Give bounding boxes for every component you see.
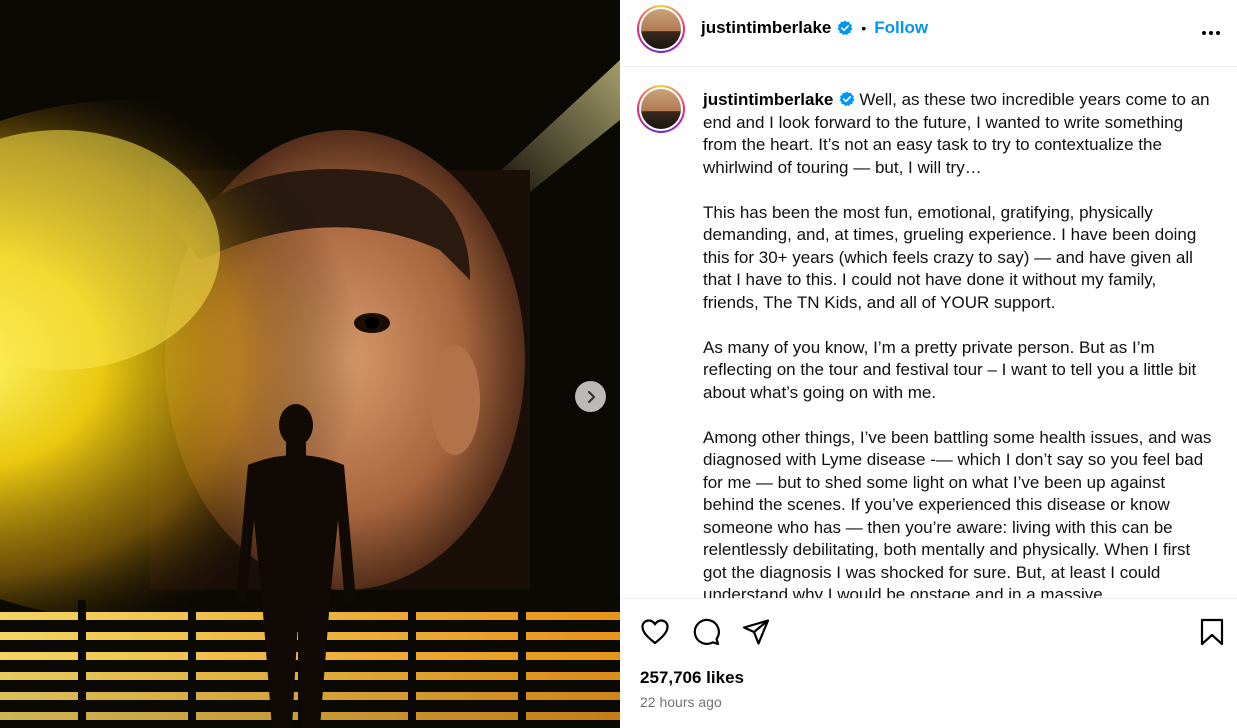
verified-badge-icon bbox=[837, 20, 853, 36]
chevron-right-icon bbox=[587, 390, 595, 403]
post-caption: justintimberlake Well, as these two incr… bbox=[703, 89, 1213, 598]
heart-icon[interactable] bbox=[640, 617, 670, 647]
concert-photo bbox=[0, 0, 620, 728]
send-icon[interactable] bbox=[741, 617, 771, 647]
header-username[interactable]: justintimberlake bbox=[701, 18, 831, 38]
caption-avatar[interactable] bbox=[637, 85, 685, 133]
caption-area: justintimberlake Well, as these two incr… bbox=[620, 68, 1237, 598]
separator-dot: • bbox=[861, 20, 867, 36]
caption-paragraph: Among other things, I’ve been battling s… bbox=[703, 427, 1212, 599]
follow-button[interactable]: Follow bbox=[874, 18, 928, 38]
header-avatar[interactable] bbox=[637, 5, 685, 53]
caption-paragraph: This has been the most fun, emotional, g… bbox=[703, 202, 1197, 312]
post-side-panel: justintimberlake • Follow justintimberla… bbox=[620, 0, 1237, 728]
more-options-icon[interactable] bbox=[1199, 21, 1223, 45]
caption-paragraph: As many of you know, I’m a pretty privat… bbox=[703, 337, 1197, 402]
post-actions: 257,706 likes 22 hours ago bbox=[620, 598, 1237, 728]
bookmark-icon[interactable] bbox=[1197, 617, 1227, 647]
next-image-button[interactable] bbox=[575, 381, 606, 412]
comment-icon[interactable] bbox=[691, 617, 721, 647]
verified-badge-icon bbox=[839, 91, 855, 107]
avatar-image bbox=[641, 9, 681, 49]
post-header: justintimberlake • Follow bbox=[620, 0, 1237, 67]
caption-username[interactable]: justintimberlake bbox=[703, 90, 833, 109]
post-media[interactable] bbox=[0, 0, 620, 728]
post-timestamp[interactable]: 22 hours ago bbox=[640, 694, 722, 710]
likes-count[interactable]: 257,706 likes bbox=[640, 668, 744, 688]
